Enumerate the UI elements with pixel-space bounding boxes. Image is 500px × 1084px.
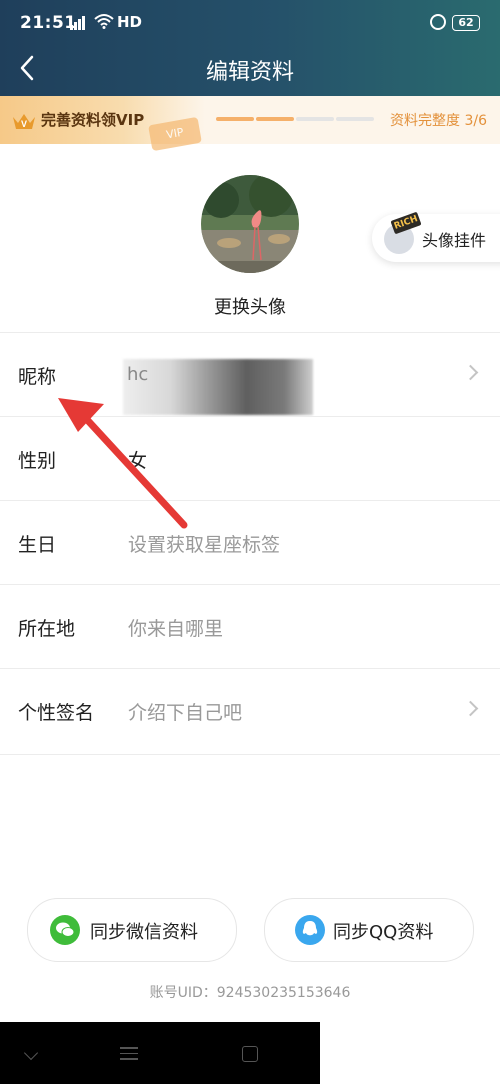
sync-wechat-label: 同步微信资料 bbox=[90, 922, 198, 943]
account-uid: 账号UID：924530235153646 bbox=[149, 985, 351, 1001]
nav-menu-icon[interactable] bbox=[120, 1047, 138, 1064]
gender-value: 女 bbox=[128, 450, 148, 472]
qq-icon bbox=[295, 915, 325, 945]
wifi-icon bbox=[94, 14, 114, 29]
avatar[interactable] bbox=[201, 175, 299, 273]
progress-segment bbox=[336, 117, 374, 121]
avatar-pendant-button[interactable]: RICH 头像挂件 bbox=[372, 211, 500, 262]
location-label: 所在地 bbox=[18, 618, 76, 640]
birthday-placeholder: 设置获取星座标签 bbox=[128, 534, 281, 556]
pendant-label: 头像挂件 bbox=[422, 231, 487, 250]
gender-row[interactable]: 性别 女 bbox=[0, 416, 500, 501]
status-bar: 21:51 HD 62 bbox=[0, 0, 500, 48]
sync-qq-label: 同步QQ资料 bbox=[333, 922, 434, 943]
sync-qq-button[interactable]: 同步QQ资料 bbox=[264, 898, 474, 962]
location-row[interactable]: 所在地 你来自哪里 bbox=[0, 584, 500, 669]
system-nav-bar bbox=[0, 1022, 320, 1084]
change-avatar-button[interactable]: 更换头像 bbox=[0, 293, 500, 319]
network-label: HD bbox=[117, 13, 143, 31]
chevron-right-icon bbox=[462, 700, 479, 717]
progress-segment bbox=[216, 117, 254, 121]
status-time: 21:51 bbox=[20, 13, 77, 33]
nickname-row[interactable]: 昵称 hc bbox=[0, 332, 500, 417]
wechat-icon bbox=[50, 915, 80, 945]
nickname-value: hc bbox=[127, 364, 149, 385]
crown-icon: V bbox=[13, 114, 35, 129]
avatar-photo bbox=[201, 175, 299, 273]
nickname-label: 昵称 bbox=[18, 366, 57, 388]
header: 21:51 HD 62 编辑资料 bbox=[0, 0, 500, 96]
signature-placeholder: 介绍下自己吧 bbox=[128, 702, 243, 724]
alarm-icon bbox=[430, 14, 446, 30]
profile-progress-text: 资料完整度 3/6 bbox=[390, 113, 487, 129]
signal-icon bbox=[70, 14, 88, 30]
gender-label: 性别 bbox=[18, 450, 57, 472]
progress-segment bbox=[256, 117, 294, 121]
svg-text:V: V bbox=[21, 119, 27, 129]
nickname-blurred bbox=[123, 359, 313, 415]
birthday-row[interactable]: 生日 设置获取星座标签 bbox=[0, 500, 500, 585]
sync-wechat-button[interactable]: 同步微信资料 bbox=[27, 898, 237, 962]
page-title: 编辑资料 bbox=[205, 60, 294, 85]
battery-icon: 62 bbox=[452, 15, 480, 31]
signature-label: 个性签名 bbox=[18, 702, 95, 724]
nav-back-icon[interactable] bbox=[23, 1045, 39, 1061]
vip-banner-label: 完善资料领VIP bbox=[41, 111, 145, 129]
birthday-label: 生日 bbox=[18, 534, 57, 556]
nav-home-icon[interactable] bbox=[242, 1046, 258, 1062]
vip-banner[interactable]: V 完善资料领VIP 资料完整度 3/6 bbox=[0, 96, 500, 144]
chevron-right-icon bbox=[462, 364, 479, 381]
progress-segment bbox=[296, 117, 334, 121]
signature-row[interactable]: 个性签名 介绍下自己吧 bbox=[0, 668, 500, 755]
location-placeholder: 你来自哪里 bbox=[128, 618, 224, 640]
